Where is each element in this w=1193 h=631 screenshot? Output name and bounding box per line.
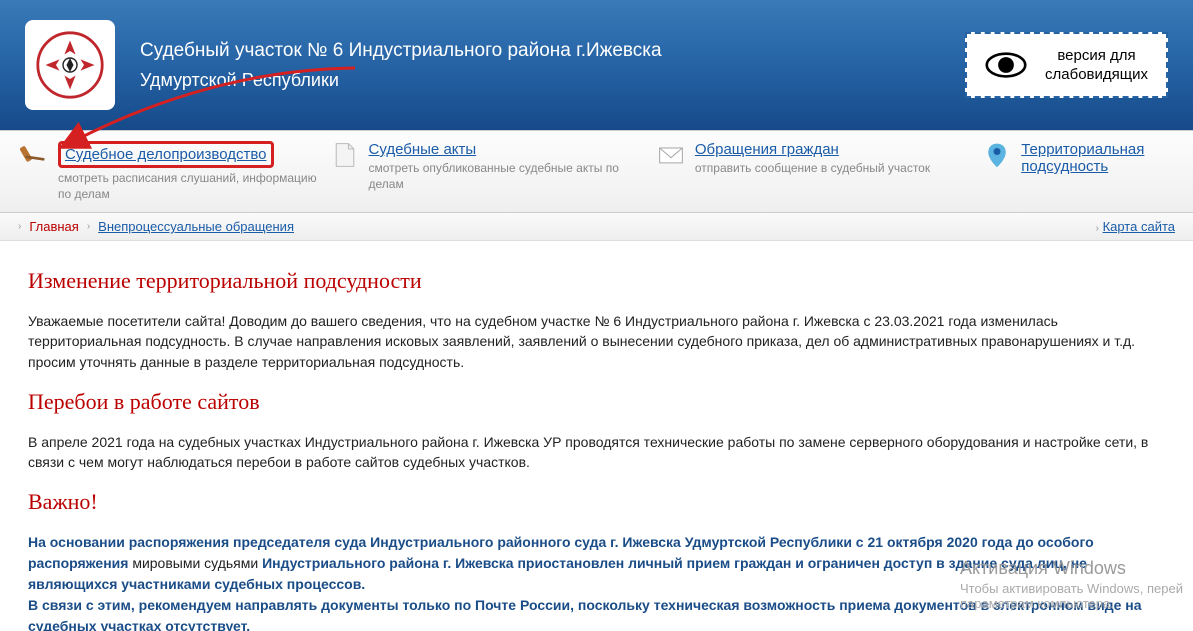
gavel-icon bbox=[20, 141, 48, 169]
accessibility-button[interactable]: версия для слабовидящих bbox=[965, 32, 1168, 98]
site-title-line2: Удмуртской Республики bbox=[140, 70, 662, 91]
breadcrumb-home[interactable]: Главная bbox=[29, 219, 78, 234]
paragraph-outages: В апреле 2021 года на судебных участках … bbox=[28, 432, 1165, 473]
nav-highlight-annotation: Судебное делопроизводство bbox=[58, 141, 274, 168]
nav-item-territory[interactable]: Территориальная подсудность bbox=[983, 141, 1173, 202]
breadcrumb-sep-icon: › bbox=[87, 221, 90, 232]
coat-of-arms-icon bbox=[35, 30, 105, 100]
nav-link-territory[interactable]: Территориальная подсудность bbox=[1021, 141, 1144, 175]
nav-sub-acts: смотреть опубликованные судебные акты по… bbox=[369, 161, 647, 192]
notice-paragraph: На основании распоряжения председателя с… bbox=[28, 532, 1165, 631]
main-nav: Судебное делопроизводство смотреть распи… bbox=[0, 130, 1193, 213]
breadcrumb-sep-icon: › bbox=[1096, 223, 1099, 234]
site-title: Судебный участок № 6 Индустриального рай… bbox=[140, 40, 662, 91]
document-icon bbox=[331, 141, 359, 169]
nav-item-proceedings[interactable]: Судебное делопроизводство смотреть распи… bbox=[20, 141, 321, 202]
site-title-line1: Судебный участок № 6 Индустриального рай… bbox=[140, 40, 662, 62]
envelope-icon bbox=[657, 141, 685, 169]
nav-link-proceedings[interactable]: Судебное делопроизводство bbox=[65, 146, 267, 163]
breadcrumb: › Главная › Внепроцессуальные обращения … bbox=[0, 213, 1193, 241]
nav-item-acts[interactable]: Судебные акты смотреть опубликованные су… bbox=[331, 141, 647, 202]
nav-link-acts[interactable]: Судебные акты bbox=[369, 141, 477, 158]
sitemap-link[interactable]: Карта сайта bbox=[1103, 219, 1175, 234]
nav-sub-appeals: отправить сообщение в судебный участок bbox=[695, 161, 930, 177]
map-pin-icon bbox=[983, 141, 1011, 169]
heading-outages: Перебои в работе сайтов bbox=[28, 386, 1165, 418]
breadcrumb-sitemap[interactable]: › Карта сайта bbox=[1096, 219, 1175, 234]
nav-sub-proceedings: смотреть расписания слушаний, информацию… bbox=[58, 171, 321, 202]
site-logo bbox=[25, 20, 115, 110]
page-content: Изменение территориальной подсудности Ув… bbox=[0, 241, 1193, 631]
heading-important-1: Важно! bbox=[28, 486, 1165, 518]
breadcrumb-sep-icon: › bbox=[18, 221, 21, 232]
nav-link-appeals[interactable]: Обращения граждан bbox=[695, 141, 839, 158]
heading-territory-change: Изменение территориальной подсудности bbox=[28, 265, 1165, 297]
paragraph-territory: Уважаемые посетители сайта! Доводим до в… bbox=[28, 311, 1165, 372]
accessibility-label: версия для слабовидящих bbox=[1045, 46, 1148, 85]
eye-icon bbox=[985, 44, 1027, 86]
site-header: Судебный участок № 6 Индустриального рай… bbox=[0, 0, 1193, 130]
breadcrumb-current[interactable]: Внепроцессуальные обращения bbox=[98, 219, 294, 234]
nav-item-appeals[interactable]: Обращения граждан отправить сообщение в … bbox=[657, 141, 973, 202]
